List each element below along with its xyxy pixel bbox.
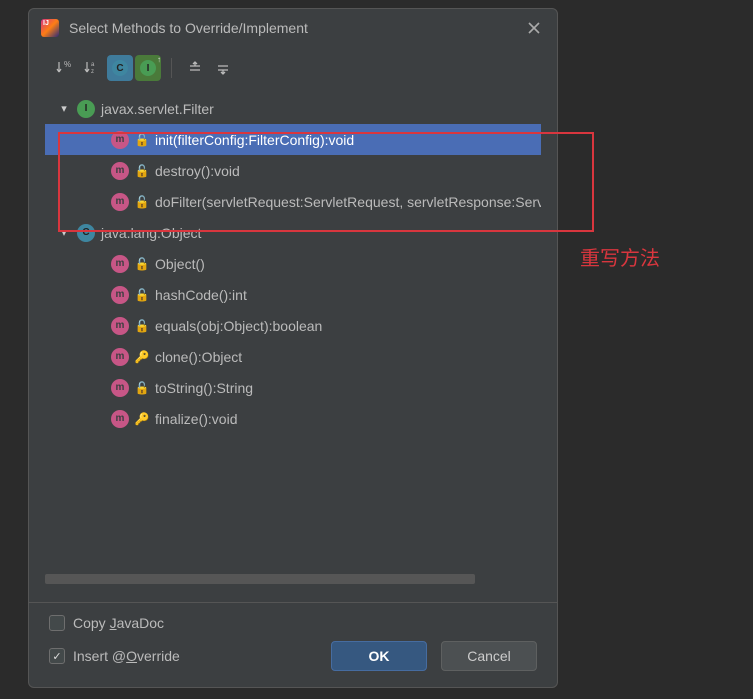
svg-text:a: a [91,62,95,68]
method-icon: m [111,410,129,428]
method-icon: m [111,348,129,366]
class-label: javax.servlet.Filter [101,101,214,117]
sort-visibility-button[interactable]: az [79,55,105,81]
method-signature: doFilter(servletRequest:ServletRequest, … [155,194,541,210]
collapse-all-icon [215,60,231,76]
unlock-icon: 🔓 [135,164,149,178]
checkbox-icon [49,648,65,664]
svg-text:z: z [91,69,94,75]
interface-badge-icon: I↑ [140,60,156,76]
close-icon [527,21,541,35]
close-button[interactable] [523,17,545,39]
show-classes-button[interactable]: C [107,55,133,81]
method-signature: clone():Object [155,349,242,365]
horizontal-scrollbar[interactable] [45,574,475,584]
tree-method-node[interactable]: m 🔓 destroy():void [45,155,541,186]
tree-method-node[interactable]: m 🔓 toString():String [45,372,541,403]
checkbox-icon [49,615,65,631]
method-icon: m [111,255,129,273]
svg-text:%: % [64,60,71,69]
bottom-panel: Copy JavaDoc Insert @Override OK Cancel [29,602,557,687]
dialog-title: Select Methods to Override/Implement [69,20,513,36]
cancel-button[interactable]: Cancel [441,641,537,671]
expand-all-icon [187,60,203,76]
unlock-icon: 🔓 [135,133,149,147]
toolbar-separator [171,58,172,78]
method-signature: finalize():void [155,411,237,427]
expand-all-button[interactable] [182,55,208,81]
tree-method-node[interactable]: m 🔑 finalize():void [45,403,541,434]
ok-button[interactable]: OK [331,641,427,671]
chevron-down-icon[interactable]: ▾ [57,102,71,115]
collapse-all-button[interactable] [210,55,236,81]
tree-method-node[interactable]: m 🔑 clone():Object [45,341,541,372]
intellij-icon [41,19,59,37]
method-tree[interactable]: ▾ I javax.servlet.Filter m 🔓 init(filter… [45,91,541,590]
chevron-down-icon[interactable]: ▾ [57,226,71,239]
sort-alpha-icon: % [55,59,73,77]
method-icon: m [111,317,129,335]
unlock-icon: 🔓 [135,381,149,395]
unlock-icon: 🔓 [135,257,149,271]
unlock-icon: 🔓 [135,319,149,333]
tree-method-node[interactable]: m 🔓 Object() [45,248,541,279]
tree-area: ▾ I javax.servlet.Filter m 🔓 init(filter… [45,91,541,602]
titlebar: Select Methods to Override/Implement [29,9,557,47]
insert-override-checkbox[interactable]: Insert @Override [49,648,180,664]
method-signature: hashCode():int [155,287,247,303]
annotation-label: 重写方法 [580,242,660,271]
lock-icon: 🔑 [135,412,149,426]
tree-method-node[interactable]: m 🔓 init(filterConfig:FilterConfig):void [45,124,541,155]
method-icon: m [111,379,129,397]
method-signature: equals(obj:Object):boolean [155,318,322,334]
toolbar: % az C I↑ [29,47,557,91]
method-icon: m [111,193,129,211]
override-dialog: Select Methods to Override/Implement % a… [28,8,558,688]
sort-visibility-icon: az [83,59,101,77]
class-label: java.lang.Object [101,225,201,241]
interface-icon: I [77,100,95,118]
method-icon: m [111,286,129,304]
tree-method-node[interactable]: m 🔓 hashCode():int [45,279,541,310]
lock-icon: 🔑 [135,350,149,364]
tree-method-node[interactable]: m 🔓 equals(obj:Object):boolean [45,310,541,341]
tree-class-node[interactable]: ▾ C java.lang.Object [45,217,541,248]
method-signature: destroy():void [155,163,240,179]
tree-class-node[interactable]: ▾ I javax.servlet.Filter [45,93,541,124]
unlock-icon: 🔓 [135,195,149,209]
method-icon: m [111,131,129,149]
method-icon: m [111,162,129,180]
method-signature: init(filterConfig:FilterConfig):void [155,132,354,148]
checkbox-label: Insert @Override [73,648,180,664]
sort-alpha-button[interactable]: % [51,55,77,81]
method-signature: toString():String [155,380,253,396]
checkbox-label: Copy JavaDoc [73,615,164,631]
class-badge-icon: C [112,60,128,76]
tree-method-node[interactable]: m 🔓 doFilter(servletRequest:ServletReque… [45,186,541,217]
class-icon: C [77,224,95,242]
unlock-icon: 🔓 [135,288,149,302]
copy-javadoc-checkbox[interactable]: Copy JavaDoc [49,615,537,631]
show-interfaces-button[interactable]: I↑ [135,55,161,81]
method-signature: Object() [155,256,205,272]
